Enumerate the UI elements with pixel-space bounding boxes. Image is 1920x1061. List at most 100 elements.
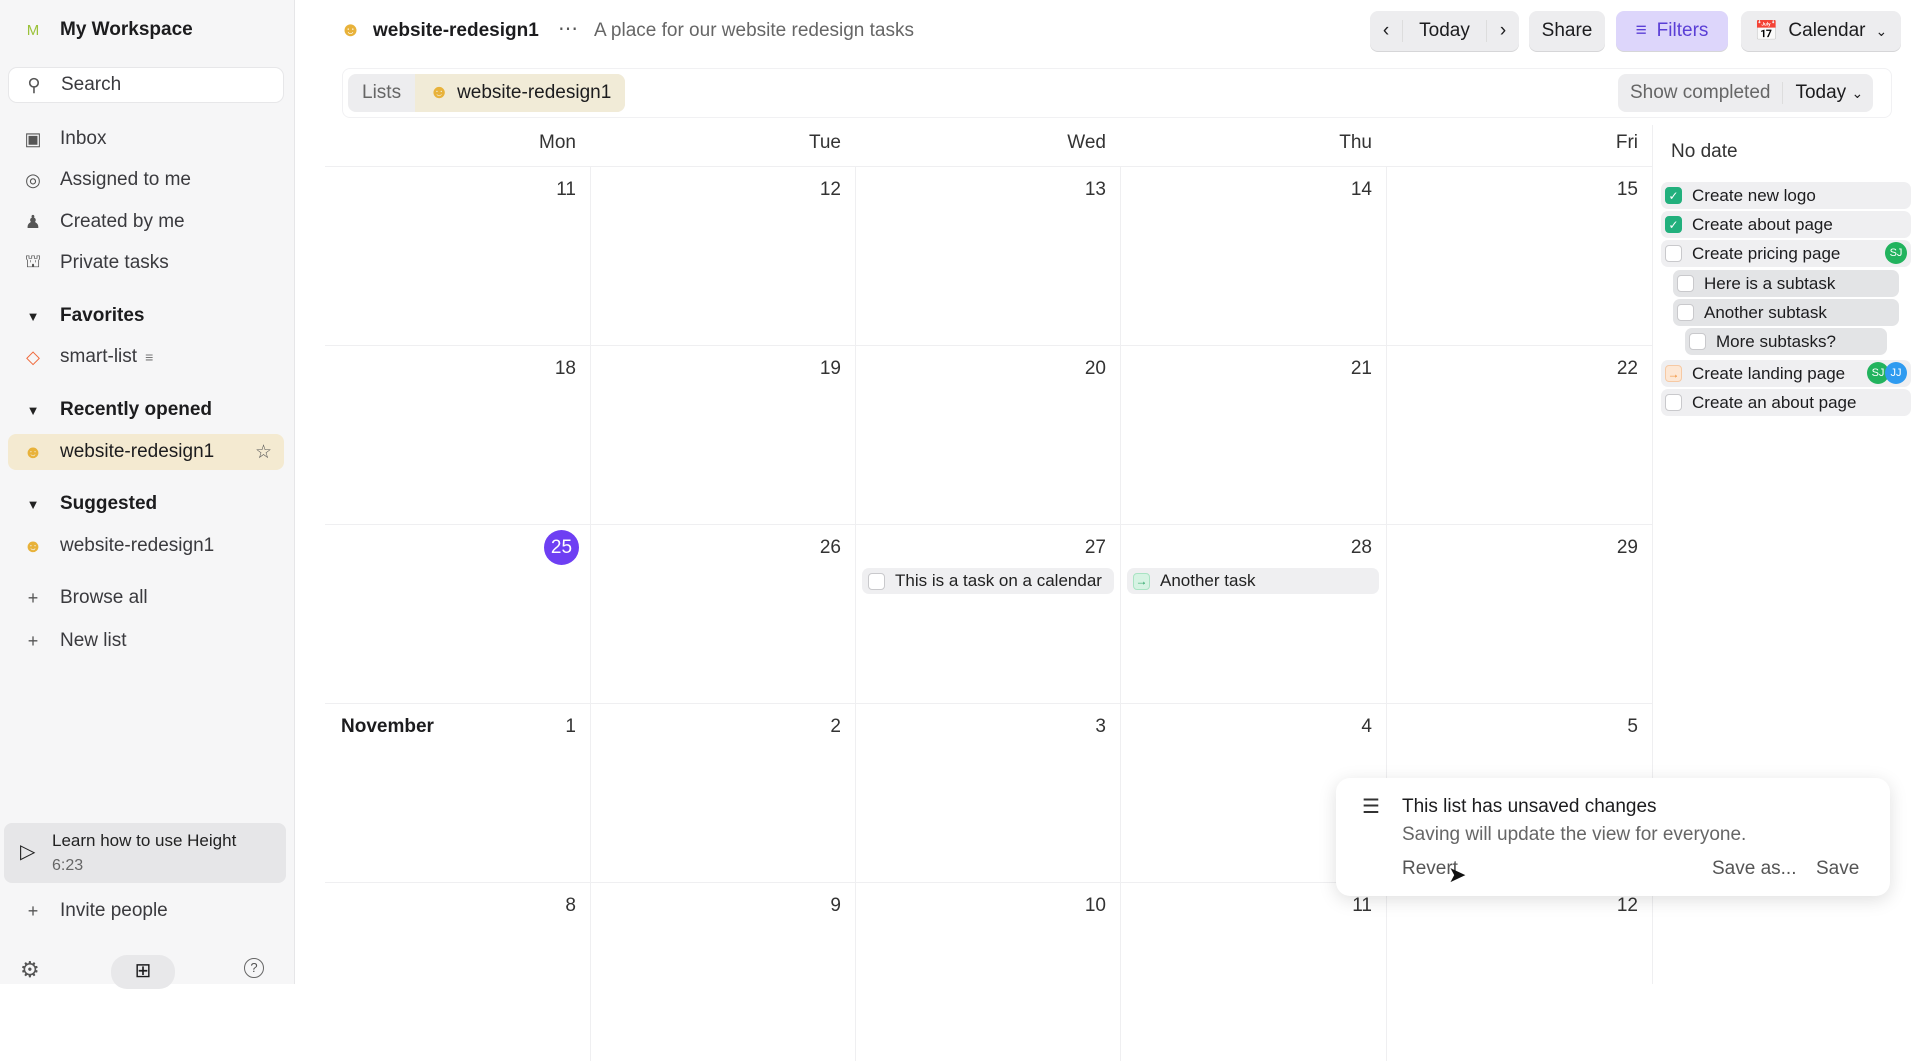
new-list-button[interactable]: + New list [8,623,284,659]
calendar-day-cell[interactable]: 9 [590,882,855,1061]
calendar-day-cell[interactable]: 15 [1386,166,1652,345]
sidebar-item-inbox[interactable]: ▣ Inbox [8,121,284,157]
next-button[interactable]: › [1487,20,1519,42]
calendar-day-cell[interactable]: 28 → Another task [1120,524,1386,703]
section-label: Favorites [60,305,145,326]
calendar-day-cell[interactable]: 13 [855,166,1120,345]
recent-section-toggle[interactable]: ▼ Recently opened [8,392,284,428]
breadcrumb: Lists ☻ website-redesign1 [348,74,626,112]
calendar-task[interactable]: This is a task on a calendar [862,568,1114,594]
calendar-day-cell[interactable]: 11 [1120,882,1386,1061]
breadcrumb-lists[interactable]: Lists [348,82,415,104]
sidebar-item-private[interactable]: ⛫ Private tasks [8,245,284,281]
day-number: 29 [1616,537,1638,558]
sidebar-item-label: Browse all [60,587,148,608]
task-status-checkbox[interactable] [1689,333,1706,350]
no-date-task[interactable]: Create pricing page SJ [1661,240,1911,267]
no-date-task[interactable]: ✓ Create about page [1661,211,1911,238]
day-number: 2 [830,716,841,737]
range-select[interactable]: Today ⌄ [1783,82,1873,104]
calendar-day-cell[interactable]: 2 [590,703,855,882]
no-date-task[interactable]: Create an about page [1661,389,1911,416]
sidebar-item-created[interactable]: ♟ Created by me [8,204,284,240]
today-button[interactable]: Today [1402,20,1487,42]
no-date-task[interactable]: Here is a subtask [1673,270,1899,297]
invite-people-button[interactable]: + Invite people [8,893,284,929]
assignee-avatar[interactable]: JJ [1885,362,1907,384]
day-number: 3 [1095,716,1106,737]
share-button[interactable]: Share [1529,11,1605,51]
browse-all-button[interactable]: + Browse all [8,580,284,616]
task-status-checkbox[interactable]: ✓ [1665,216,1682,233]
calendar-day-cell[interactable]: 1 November [325,703,590,882]
calendar-day-cell[interactable]: 8 [325,882,590,1061]
filters-button[interactable]: ≡ Filters [1616,11,1728,51]
search-icon: ⚲ [27,74,41,95]
task-status-checkbox[interactable]: ✓ [1665,187,1682,204]
no-date-task[interactable]: → Create landing page SJ JJ [1661,360,1911,387]
calendar-day-cell[interactable]: 22 [1386,345,1652,524]
assignee-avatar[interactable]: SJ [1885,242,1907,264]
sidebar-item-suggested-website-redesign1[interactable]: ☻ website-redesign1 [8,528,284,564]
task-status-checkbox[interactable] [1665,245,1682,262]
task-status-checkbox[interactable] [868,572,885,590]
more-options-icon[interactable]: ⋯ [558,16,578,41]
suggested-section-toggle[interactable]: ▼ Suggested [8,486,284,522]
sidebar-item-assigned[interactable]: ◎ Assigned to me [8,162,284,198]
sidebar-item-smart-list[interactable]: ◇ smart-list ≡ [8,339,284,375]
list-title[interactable]: website-redesign1 [373,20,539,42]
calendar-day-cell[interactable]: 12 [590,166,855,345]
filter-icon: ≡ [145,349,154,365]
workspace-switcher[interactable]: M My Workspace [8,12,284,48]
calendar-day-cell[interactable]: 10 [855,882,1120,1061]
no-date-task[interactable]: ✓ Create new logo [1661,182,1911,209]
calendar-day-cell[interactable]: 14 [1120,166,1386,345]
sliders-icon: ☰ [1362,796,1380,818]
no-date-title: No date [1671,141,1738,162]
task-status-checkbox[interactable] [1677,304,1694,321]
task-title: Create about page [1692,214,1833,234]
day-number: 27 [1084,537,1106,558]
view-label: Calendar [1788,20,1866,41]
task-title: Here is a subtask [1704,273,1836,293]
sidebar-item-website-redesign1[interactable]: ☻ website-redesign1 ☆ [8,434,284,470]
calendar-day-cell[interactable]: 20 [855,345,1120,524]
task-title: Another subtask [1704,302,1827,322]
save-button[interactable]: Save [1816,858,1859,880]
range-label: Today [1795,82,1847,103]
show-completed-toggle[interactable]: Show completed [1618,82,1784,104]
view-switcher[interactable]: 📅 Calendar ⌄ [1741,11,1901,51]
task-status-checkbox[interactable]: → [1133,572,1150,590]
calendar-day-cell[interactable]: 21 [1120,345,1386,524]
calendar-day-cell[interactable]: 19 [590,345,855,524]
no-date-task[interactable]: More subtasks? [1685,328,1887,355]
calendar-day-cell[interactable]: 11 [325,166,590,345]
day-number: 15 [1616,179,1638,200]
calendar-day-cell[interactable]: 25 [325,524,590,703]
day-number: 28 [1350,537,1372,558]
task-status-checkbox[interactable] [1665,394,1682,411]
task-status-checkbox[interactable]: → [1665,365,1682,382]
list-description: A place for our website redesign tasks [594,20,915,41]
search-input[interactable]: ⚲ Search [8,67,284,103]
no-date-task[interactable]: Another subtask [1673,299,1899,326]
save-as-button[interactable]: Save as... [1712,858,1797,880]
calendar-task[interactable]: → Another task [1127,568,1379,594]
filters-label: Filters [1656,20,1709,41]
calendar-day-cell[interactable]: 27 This is a task on a calendar [855,524,1120,703]
help-icon[interactable]: ? [244,958,264,978]
calendar-day-cell[interactable]: 18 [325,345,590,524]
sidebar-item-label: Invite people [60,900,168,921]
calendar-day-cell[interactable]: 29 [1386,524,1652,703]
calendar-day-cell[interactable]: 26 [590,524,855,703]
previous-button[interactable]: ‹ [1370,20,1402,42]
calendar-day-cell[interactable]: 12 [1386,882,1652,1061]
learn-video-card[interactable]: ▷ Learn how to use Height 6:23 [4,823,286,883]
calendar-day-cell[interactable]: 3 [855,703,1120,882]
day-header: Tue [808,132,841,153]
favorites-section-toggle[interactable]: ▼ Favorites [8,298,284,334]
settings-icon[interactable]: ⚙ [20,957,40,983]
star-icon[interactable]: ☆ [255,441,272,464]
task-status-checkbox[interactable] [1677,275,1694,292]
breadcrumb-current[interactable]: ☻ website-redesign1 [415,74,626,112]
